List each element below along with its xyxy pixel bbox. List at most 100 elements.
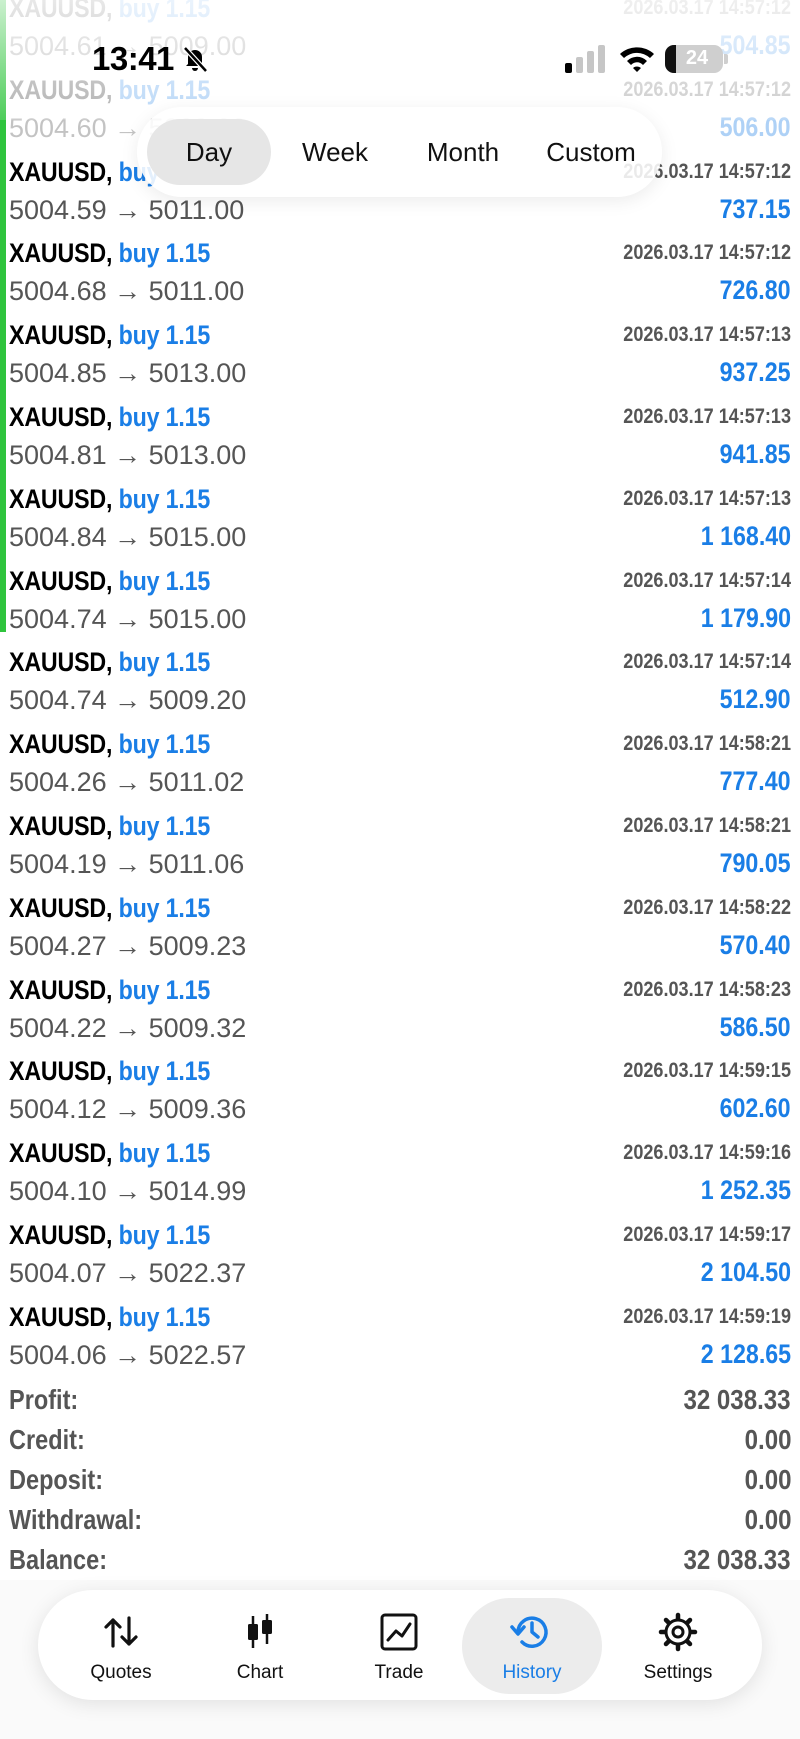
open-price: 5004.27 xyxy=(9,930,107,961)
tab-settings[interactable]: Settings xyxy=(608,1598,748,1694)
trade-symbol: XAUUSD, xyxy=(9,156,113,187)
trade-time: 2026.03.17 14:58:21 xyxy=(623,732,791,756)
close-price: 5013.00 xyxy=(148,358,247,389)
trade-profit: 737.15 xyxy=(719,193,791,224)
close-price: 5011.00 xyxy=(148,194,245,225)
open-price: 5004.19 xyxy=(9,848,107,879)
trade-title: XAUUSD, buy 1.15 xyxy=(9,1138,210,1169)
trade-profit: 586.50 xyxy=(719,1011,791,1042)
summary-label: Withdrawal: xyxy=(9,1504,143,1535)
trade-profit: 790.05 xyxy=(719,847,791,878)
summary-row: Withdrawal: 0.00 xyxy=(0,1502,800,1542)
trade-row[interactable]: XAUUSD, buy 1.15 2026.03.17 14:57:12 5004.… xyxy=(0,224,800,306)
arrow-right-icon: → xyxy=(114,1012,142,1043)
trade-symbol: XAUUSD, xyxy=(9,320,113,351)
trade-time: 2026.03.17 14:57:13 xyxy=(623,323,791,347)
history-summary: Profit: 32 038.33 Credit: 0.00 Deposit: 0.00 W… xyxy=(0,1382,800,1582)
trade-prices: 5004.84 → 5015.00 xyxy=(9,522,246,553)
trade-title: XAUUSD, buy 1.15 xyxy=(9,1302,210,1333)
arrow-right-icon: → xyxy=(114,603,142,634)
trade-row[interactable]: XAUUSD, buy 1.15 2026.03.17 14:57:14 5004.… xyxy=(0,552,800,634)
trade-row[interactable]: XAUUSD, buy 1.15 2026.03.17 14:57:13 5004.… xyxy=(0,470,800,552)
close-price: 5022.37 xyxy=(148,1257,247,1288)
trade-time: 2026.03.17 14:57:14 xyxy=(623,650,791,674)
arrow-right-icon: → xyxy=(114,767,142,798)
trade-profit: 2 128.65 xyxy=(700,1338,791,1369)
trade-row[interactable]: XAUUSD, buy 1.15 2026.03.17 14:58:21 5004.… xyxy=(0,797,800,879)
tab-quotes[interactable]: Quotes xyxy=(51,1598,191,1694)
arrow-right-icon: → xyxy=(114,1094,142,1125)
period-tab-day[interactable]: Day xyxy=(147,119,271,185)
trade-prices: 5004.06 → 5022.57 xyxy=(9,1340,246,1371)
trade-prices: 5004.12 → 5009.36 xyxy=(9,1094,246,1125)
trade-title: XAUUSD, buy 1.15 xyxy=(9,975,210,1006)
trade-symbol: XAUUSD, xyxy=(9,1301,113,1332)
clock-history-icon xyxy=(510,1616,548,1648)
trade-row[interactable]: XAUUSD, buy 1.15 2026.03.17 14:57:13 5004.… xyxy=(0,388,800,470)
trade-symbol: XAUUSD, xyxy=(9,974,113,1005)
trade-symbol: XAUUSD, xyxy=(9,810,113,841)
trade-row[interactable]: XAUUSD, buy 1.15 2026.03.17 14:58:22 5004.… xyxy=(0,879,800,961)
candlestick-icon xyxy=(248,1614,272,1648)
trade-row[interactable]: XAUUSD, buy 1.15 2026.03.17 14:59:16 5004.… xyxy=(0,1124,800,1206)
summary-row: Profit: 32 038.33 xyxy=(0,1382,800,1422)
trade-time: 2026.03.17 14:57:13 xyxy=(623,404,791,428)
trade-row[interactable]: XAUUSD, buy 1.15 2026.03.17 14:59:17 5004.… xyxy=(0,1206,800,1288)
trade-time: 2026.03.17 14:58:21 xyxy=(623,813,791,837)
trade-time: 2026.03.17 14:59:19 xyxy=(623,1304,791,1328)
summary-row: Balance: 32 038.33 xyxy=(0,1542,800,1582)
gear-icon xyxy=(658,1612,698,1652)
trade-row[interactable]: XAUUSD, buy 1.15 2026.03.17 14:59:19 5004.… xyxy=(0,1288,800,1370)
trade-title: XAUUSD, buy 1.15 xyxy=(9,484,210,515)
trade-row[interactable]: XAUUSD, buy 1.15 2026.03.17 14:57:14 5004.… xyxy=(0,633,800,715)
summary-label: Credit: xyxy=(9,1424,85,1455)
trade-row[interactable]: XAUUSD, buy 1.15 2026.03.17 14:58:23 5004.… xyxy=(0,961,800,1043)
trade-side-volume: buy 1.15 xyxy=(118,892,211,923)
period-tab-month[interactable]: Month xyxy=(401,119,525,185)
trade-profit: 1 179.90 xyxy=(700,602,791,633)
trade-prices: 5004.22 → 5009.32 xyxy=(9,1013,246,1044)
trade-prices: 5004.59 → 5011.00 xyxy=(9,195,244,226)
trade-row[interactable]: XAUUSD, buy 1.15 2026.03.17 14:58:21 5004.… xyxy=(0,715,800,797)
arrow-right-icon: → xyxy=(114,848,142,879)
trade-title: XAUUSD, buy 1.15 xyxy=(9,1220,210,1251)
trade-prices: 5004.74 → 5009.20 xyxy=(9,685,246,716)
trade-side-volume: buy 1.15 xyxy=(118,729,211,760)
tab-chart[interactable]: Chart xyxy=(190,1598,330,1694)
open-price: 5004.06 xyxy=(9,1339,107,1370)
period-tab-custom[interactable]: Custom xyxy=(527,119,655,185)
close-price: 5015.00 xyxy=(148,603,247,634)
trade-side-volume: buy 1.15 xyxy=(118,1301,211,1332)
tab-history[interactable]: History xyxy=(462,1598,602,1694)
trade-title: XAUUSD, buy 1.15 xyxy=(9,238,210,269)
arrow-right-icon: → xyxy=(114,439,142,470)
trade-row[interactable]: XAUUSD, buy 1.15 2026.03.17 14:59:15 5004.… xyxy=(0,1042,800,1124)
period-tab-week[interactable]: Week xyxy=(273,119,397,185)
trade-title: XAUUSD, buy 1.15 xyxy=(9,893,210,924)
period-selector: Day Week Month Custom xyxy=(137,107,662,197)
arrow-right-icon: → xyxy=(114,1339,142,1370)
trade-side-volume: buy 1.15 xyxy=(118,974,211,1005)
close-price: 5011.02 xyxy=(148,767,245,798)
summary-value: 0.00 xyxy=(744,1504,791,1535)
trade-symbol: XAUUSD, xyxy=(9,238,113,269)
open-price: 5004.84 xyxy=(9,521,107,552)
open-price: 5004.07 xyxy=(9,1257,107,1288)
trade-profit: 1 168.40 xyxy=(700,520,791,551)
trade-history-list[interactable]: XAUUSD, buy 1.15 2026.03.17 14:57:12 5004.… xyxy=(0,0,800,1370)
trade-time: 2026.03.17 14:58:22 xyxy=(623,895,791,919)
trade-profit: 512.90 xyxy=(719,684,791,715)
trade-row[interactable]: XAUUSD, buy 1.15 2026.03.17 14:57:13 5004.… xyxy=(0,306,800,388)
summary-value: 0.00 xyxy=(744,1424,791,1455)
battery-level: 24 xyxy=(685,47,709,69)
tab-trade[interactable]: Trade xyxy=(329,1598,469,1694)
arrow-right-icon: → xyxy=(114,685,142,716)
arrow-right-icon: → xyxy=(114,276,142,307)
trade-profit: 941.85 xyxy=(719,438,791,469)
trade-symbol: XAUUSD, xyxy=(9,1138,113,1169)
trade-side-volume: buy 1.15 xyxy=(118,1056,211,1087)
line-chart-icon xyxy=(380,1613,418,1651)
battery-icon: 24 xyxy=(665,45,723,73)
trade-prices: 5004.27 → 5009.23 xyxy=(9,931,246,962)
trade-prices: 5004.68 → 5011.00 xyxy=(9,276,244,307)
